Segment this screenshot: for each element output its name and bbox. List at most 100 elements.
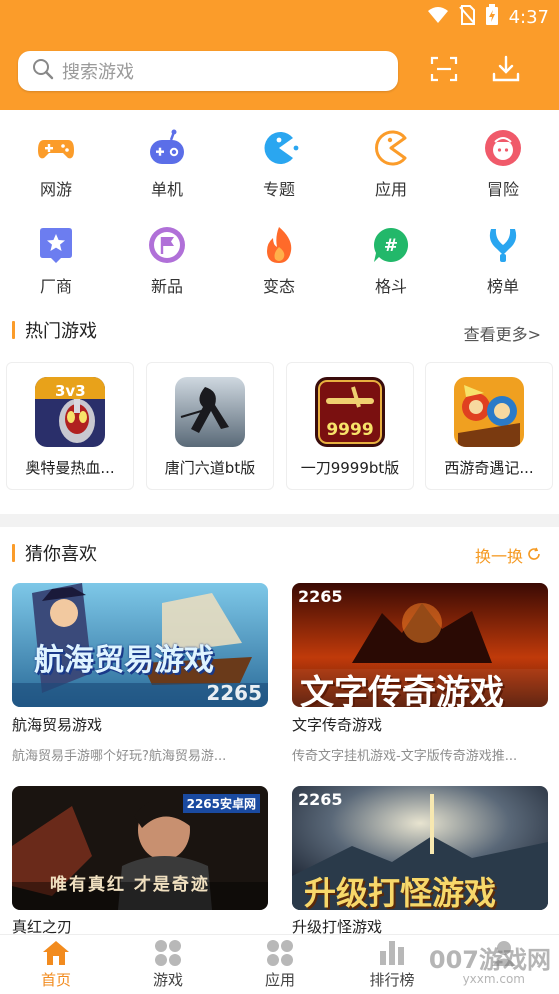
category-label: 冒险 (486, 180, 519, 199)
category-label: 网游 (39, 180, 72, 199)
view-more-link[interactable]: 查看更多> (464, 321, 541, 345)
bottom-nav: 首页 游戏 应用 排行榜 007游戏网 yxxm.com (0, 934, 559, 994)
category-zhuanti[interactable]: 专题 (234, 128, 324, 218)
bar-chart-icon (378, 939, 406, 967)
recommend-item-title[interactable]: 文字传奇游戏 (292, 714, 382, 735)
scan-icon (430, 55, 458, 87)
nav-home[interactable]: 首页 (0, 935, 112, 994)
controller-icon (147, 128, 187, 168)
nav-label: 应用 (264, 971, 295, 989)
banner-tag: 2265 (298, 587, 343, 606)
section-accent-bar (12, 544, 15, 562)
recommend-image[interactable]: 2265安卓网 唯有真红 才是奇迹 (12, 786, 268, 910)
app-root: 4:37 搜索游戏 网游 单机 专题 应用 冒险 厂商 新品 变态 # 格斗 榜… (0, 0, 559, 994)
category-bangdan[interactable]: 榜单 (458, 225, 548, 315)
face-icon (483, 128, 523, 168)
grid-icon (154, 939, 182, 967)
gamepad-icon (36, 128, 76, 168)
category-biantai[interactable]: 变态 (234, 225, 324, 315)
game-card[interactable]: 唐门六道bt版 (146, 362, 274, 490)
svg-text:#: # (384, 236, 398, 256)
home-icon (42, 939, 70, 967)
yidao-game-icon: 9999 (315, 377, 385, 447)
apps-icon (266, 939, 294, 967)
banner-tag: 2265 (206, 681, 262, 705)
hot-games-title: 热门游戏 (25, 321, 97, 342)
section-accent-bar (12, 321, 15, 339)
banner-overlay-text: 航海贸易游戏 (34, 643, 214, 678)
game-card[interactable]: 3v3 奥特曼热血... (6, 362, 134, 490)
category-wangyou[interactable]: 网游 (11, 128, 101, 218)
watermark-text: 007游戏网 (428, 946, 551, 974)
banner-tag: 2265安卓网 (182, 794, 260, 813)
category-changshang[interactable]: 厂商 (11, 225, 101, 315)
nav-apps[interactable]: 应用 (224, 935, 336, 994)
category-xinpin[interactable]: 新品 (122, 225, 212, 315)
watermark-sub: yxxm.com (462, 972, 525, 986)
tangmen-game-icon (175, 377, 245, 447)
download-button[interactable] (490, 55, 522, 87)
watermark: 007游戏网 yxxm.com (425, 934, 555, 992)
section-divider (0, 514, 559, 527)
search-icon (32, 58, 54, 84)
category-label: 厂商 (39, 277, 72, 296)
hashtag-chat-icon: # (371, 225, 411, 265)
status-time: 4:37 (508, 6, 549, 28)
refresh-icon (527, 546, 541, 565)
search-input[interactable]: 搜索游戏 (18, 51, 398, 91)
scan-button[interactable] (428, 55, 460, 87)
star-badge-icon (36, 225, 76, 265)
recommend-image[interactable]: 航海贸易游戏 2265 (12, 583, 268, 707)
game-name: 唐门六道bt版 (164, 459, 256, 477)
status-icons: 4:37 (427, 4, 549, 30)
banner-tag: 2265 (298, 790, 343, 809)
recommend-header: 猜你喜欢 (12, 541, 97, 565)
search-placeholder: 搜索游戏 (62, 62, 134, 83)
ultraman-game-icon: 3v3 (35, 377, 105, 447)
hot-games-header: 热门游戏 (12, 318, 97, 342)
category-danji[interactable]: 单机 (122, 128, 212, 218)
category-label: 专题 (262, 180, 295, 199)
category-maoxian[interactable]: 冒险 (458, 128, 548, 218)
banner-overlay-text: 升级打怪游戏 (304, 874, 497, 910)
refresh-label: 换一换 (474, 547, 523, 566)
category-gedou[interactable]: # 格斗 (346, 225, 436, 315)
refresh-button[interactable]: 换一换 (475, 543, 541, 567)
category-label: 格斗 (374, 277, 407, 296)
game-card[interactable]: 9999 一刀9999bt版 (286, 362, 414, 490)
svg-text:3v3: 3v3 (55, 382, 86, 400)
status-bar: 4:37 (0, 0, 559, 34)
category-label: 应用 (374, 180, 407, 199)
game-name: 一刀9999bt版 (300, 459, 400, 477)
recommend-image[interactable]: 2265 升级打怪游戏 (292, 786, 548, 910)
game-name: 西游奇遇记... (444, 459, 534, 477)
recommend-image[interactable]: 2265 文字传奇游戏 (292, 583, 548, 707)
banner-overlay-text: 文字传奇游戏 (300, 673, 504, 707)
no-sim-icon (458, 5, 475, 29)
pacman-icon (259, 128, 299, 168)
yidao-art-text: 9999 (326, 420, 373, 440)
nav-label: 首页 (40, 971, 71, 989)
recommend-title: 猜你喜欢 (25, 544, 97, 565)
banner-overlay-text: 唯有真红 才是奇迹 (50, 875, 210, 895)
xiyou-game-icon (454, 377, 524, 447)
header: 4:37 搜索游戏 (0, 0, 559, 110)
wifi-icon (427, 6, 449, 28)
category-label: 单机 (150, 180, 183, 199)
category-label: 榜单 (486, 277, 519, 296)
flag-icon (147, 225, 187, 265)
game-card[interactable]: 西游奇遇记... (425, 362, 553, 490)
category-label: 变态 (262, 277, 295, 296)
download-icon (491, 54, 521, 88)
game-name: 奥特曼热血... (25, 459, 115, 477)
category-yingyong[interactable]: 应用 (346, 128, 436, 218)
recommend-item-desc: 航海贸易手游哪个好玩?航海贸易游... (12, 749, 227, 764)
nav-label: 游戏 (152, 971, 183, 989)
recommend-item-title[interactable]: 航海贸易游戏 (12, 714, 102, 735)
flame-icon (259, 225, 299, 265)
nav-games[interactable]: 游戏 (112, 935, 224, 994)
trophy-icon (483, 225, 523, 265)
battery-charging-icon (485, 4, 499, 30)
pacman-outline-icon (371, 128, 411, 168)
recommend-item-desc: 传奇文字挂机游戏-文字版传奇游戏推... (292, 749, 518, 764)
